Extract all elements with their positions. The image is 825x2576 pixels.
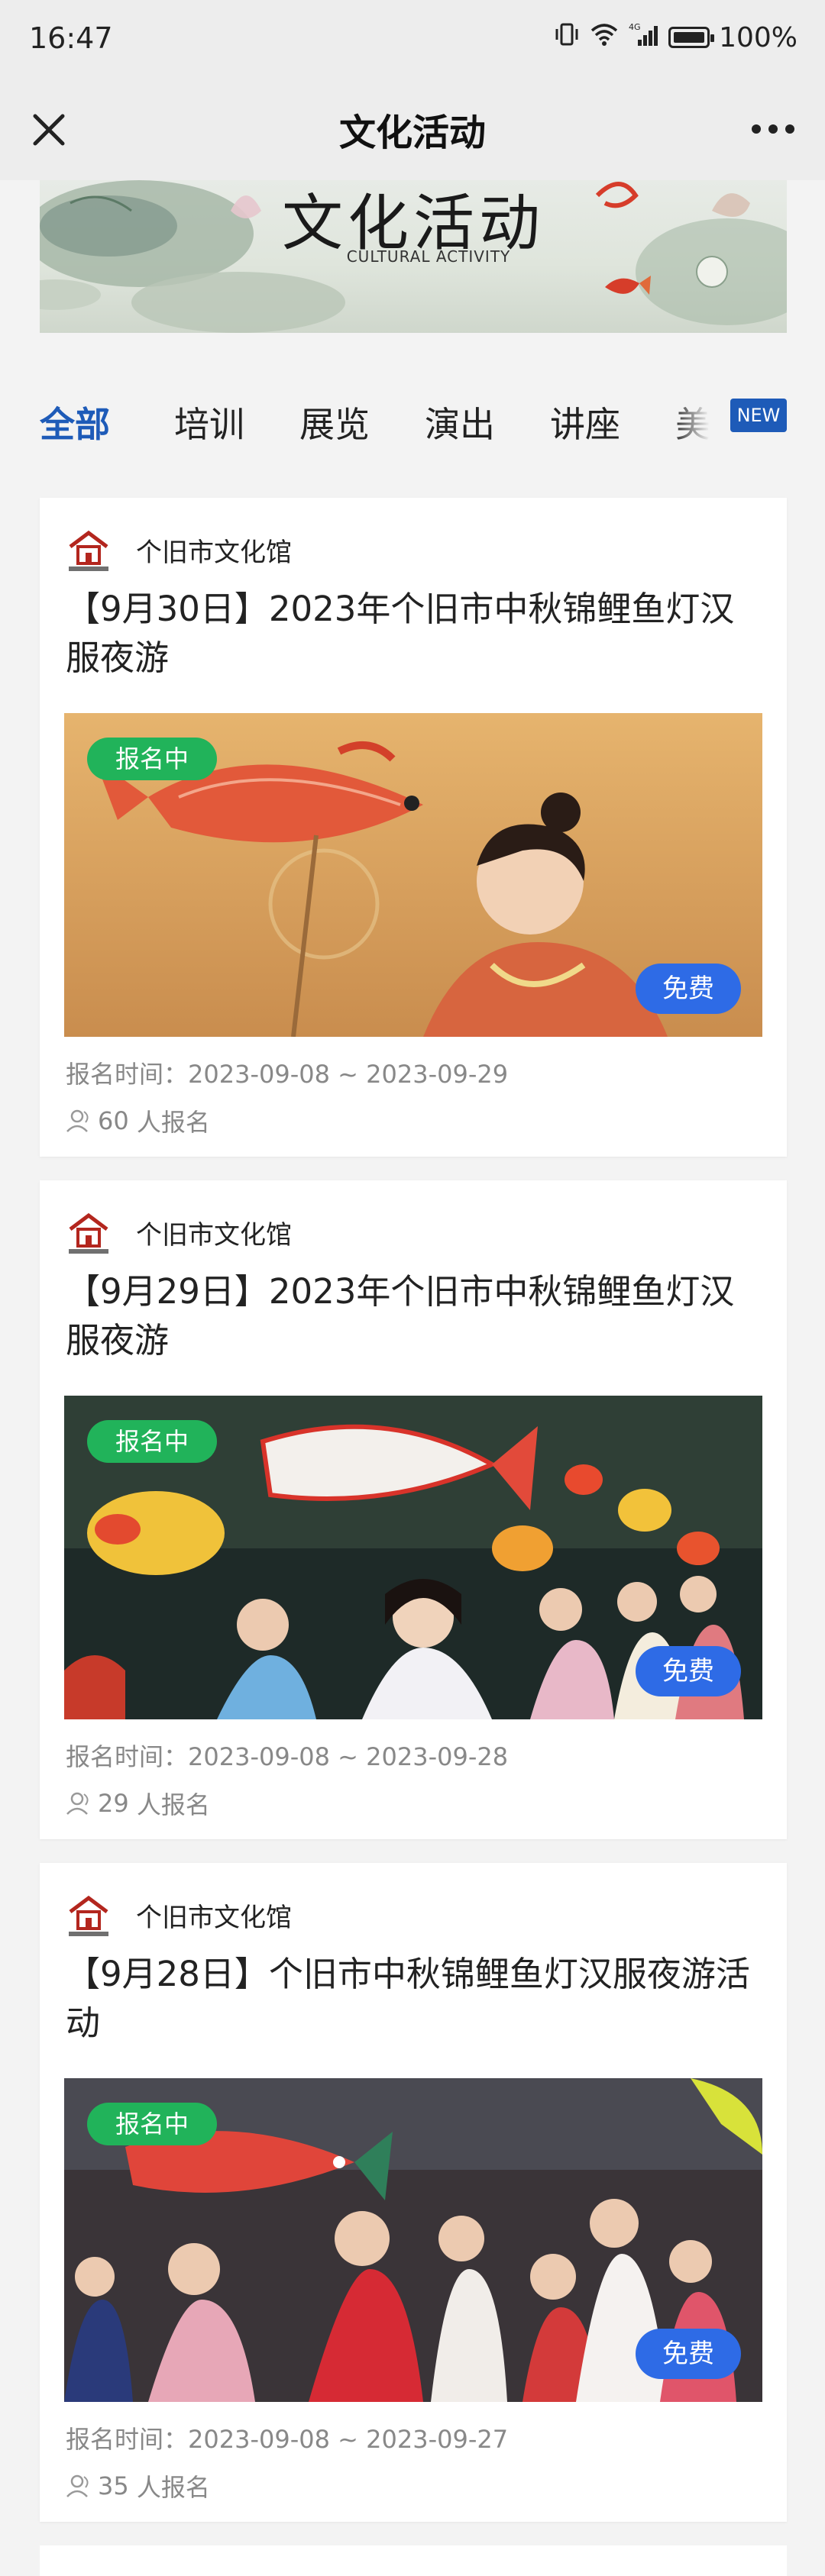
more-icon[interactable] bbox=[746, 110, 801, 148]
battery-level: 100% bbox=[719, 21, 798, 53]
org-name: 个旧市文化馆 bbox=[136, 1220, 292, 1251]
org-logo-icon bbox=[66, 1211, 112, 1257]
nav-bar: 文化活动 bbox=[0, 79, 825, 180]
activity-image[interactable]: 报名中 免费 bbox=[64, 2078, 762, 2402]
registration-time-label: 报名时间： bbox=[66, 1060, 189, 1089]
activity-title[interactable]: 【9月30日】2023年个旧市中秋锦鲤鱼灯汉服夜游 bbox=[66, 585, 761, 683]
status-icons: 4G 100% bbox=[554, 21, 798, 53]
activity-card[interactable]: 个旧市文化馆 【9月28日】个旧市中秋锦鲤鱼灯汉服夜游活动 报名中 免费 报名时… bbox=[40, 1863, 787, 2522]
status-badge: 报名中 bbox=[87, 2103, 217, 2145]
activity-image[interactable]: 报名中 免费 bbox=[64, 1396, 762, 1719]
registration-count-label: 人报名 bbox=[136, 1790, 210, 1819]
registration-count-value: 29 bbox=[98, 1789, 129, 1818]
registration-time-label: 报名时间： bbox=[66, 1742, 189, 1771]
signal-icon: 4G bbox=[629, 21, 659, 53]
category-tabs: 全部 培训 展览 演出 讲座 美 NEW bbox=[0, 382, 825, 466]
people-icon bbox=[66, 1109, 89, 1132]
page-title: 文化活动 bbox=[338, 111, 486, 154]
tab-training[interactable]: 培训 bbox=[174, 397, 244, 447]
activity-card-partial[interactable] bbox=[40, 2545, 787, 2576]
registration-count-value: 35 bbox=[98, 2471, 129, 2500]
banner-subtitle: CULTURAL ACTIVITY bbox=[346, 247, 511, 266]
registration-time: 报名时间：2023-09-08 ~ 2023-09-29 bbox=[66, 1055, 508, 1090]
status-time: 16:47 bbox=[29, 21, 113, 55]
tab-exhibition[interactable]: 展览 bbox=[299, 397, 370, 447]
activity-card[interactable]: 个旧市文化馆 【9月30日】2023年个旧市中秋锦鲤鱼灯汉服夜游 报名中 免费 bbox=[40, 498, 787, 1157]
status-bar: 16:47 4G 100% bbox=[0, 0, 825, 79]
network-type: 4G bbox=[629, 22, 641, 32]
registration-time: 报名时间：2023-09-08 ~ 2023-09-27 bbox=[66, 2420, 508, 2455]
registration-count-label: 人报名 bbox=[136, 1108, 210, 1137]
registration-count: 60 人报名 bbox=[66, 1103, 210, 1138]
tab-performance[interactable]: 演出 bbox=[425, 397, 495, 447]
tab-lecture[interactable]: 讲座 bbox=[550, 397, 620, 447]
registration-count-value: 60 bbox=[98, 1106, 129, 1135]
price-badge: 免费 bbox=[636, 964, 741, 1014]
activity-title[interactable]: 【9月28日】个旧市中秋锦鲤鱼灯汉服夜游活动 bbox=[66, 1950, 761, 2048]
status-badge: 报名中 bbox=[87, 738, 217, 780]
status-badge: 报名中 bbox=[87, 1420, 217, 1463]
org-name: 个旧市文化馆 bbox=[136, 1903, 292, 1933]
vibrate-icon bbox=[554, 21, 580, 53]
new-badge: NEW bbox=[730, 399, 787, 432]
registration-count: 29 人报名 bbox=[66, 1786, 210, 1821]
price-badge: 免费 bbox=[636, 1646, 741, 1696]
registration-time-value: 2023-09-08 ~ 2023-09-29 bbox=[188, 1060, 509, 1089]
people-icon bbox=[66, 2474, 89, 2497]
battery-icon bbox=[668, 27, 715, 48]
tab-fade bbox=[672, 389, 726, 450]
banner: 文化活动 CULTURAL ACTIVITY bbox=[40, 180, 787, 333]
price-badge: 免费 bbox=[636, 2329, 741, 2379]
activity-image[interactable]: 报名中 免费 bbox=[64, 713, 762, 1037]
registration-time-label: 报名时间： bbox=[66, 2425, 189, 2454]
people-icon bbox=[66, 1792, 89, 1815]
wifi-icon bbox=[589, 21, 620, 53]
activity-title[interactable]: 【9月29日】2023年个旧市中秋锦鲤鱼灯汉服夜游 bbox=[66, 1267, 761, 1365]
org-logo-icon bbox=[66, 1893, 112, 1939]
registration-time: 报名时间：2023-09-08 ~ 2023-09-28 bbox=[66, 1738, 508, 1773]
activity-card[interactable]: 个旧市文化馆 【9月29日】2023年个旧市中秋锦鲤鱼灯汉服夜游 报名中 免费 … bbox=[40, 1180, 787, 1839]
registration-count: 35 人报名 bbox=[66, 2468, 210, 2503]
registration-time-value: 2023-09-08 ~ 2023-09-27 bbox=[188, 2425, 509, 2454]
registration-time-value: 2023-09-08 ~ 2023-09-28 bbox=[188, 1742, 509, 1771]
tab-all[interactable]: 全部 bbox=[40, 397, 110, 447]
org-logo-icon bbox=[66, 528, 112, 574]
org-name: 个旧市文化馆 bbox=[136, 537, 292, 568]
registration-count-label: 人报名 bbox=[136, 2473, 210, 2502]
